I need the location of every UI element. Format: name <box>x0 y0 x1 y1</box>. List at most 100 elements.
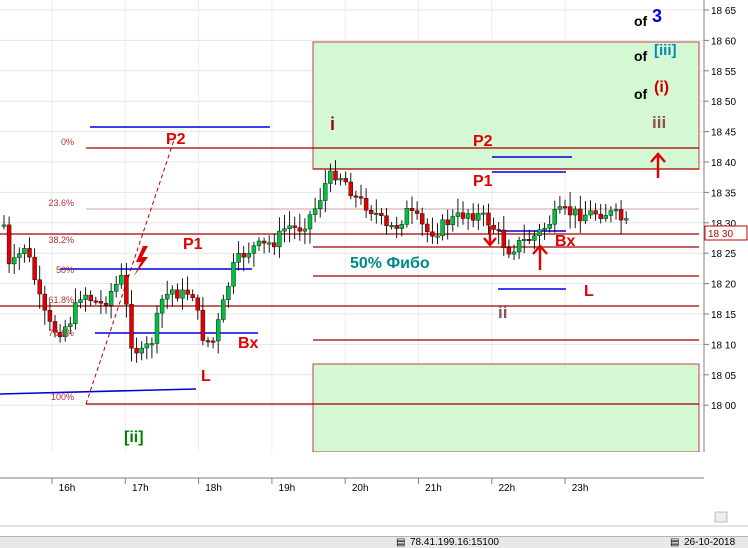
time-tick-label: 20h <box>352 483 369 494</box>
price-tick-label: 18 40 <box>711 158 736 169</box>
candle-body <box>37 279 42 295</box>
candle-body <box>1 224 7 227</box>
price-tick-label: 18 25 <box>711 249 736 260</box>
label-of-3: of <box>634 86 648 102</box>
candle-body <box>113 284 119 292</box>
candle-body <box>450 216 455 226</box>
candle-body <box>73 302 78 325</box>
fib-label-236: 23.6% <box>48 198 74 208</box>
candle-body <box>501 229 506 248</box>
fib-label-100: 100% <box>51 392 74 402</box>
candle-body <box>522 239 527 241</box>
date-label: 26-10-2018 <box>684 537 736 548</box>
candle-body <box>164 293 170 300</box>
time-tick-label: 22h <box>498 483 515 494</box>
candle-body <box>108 291 114 306</box>
price-tick-label: 18 20 <box>711 280 736 291</box>
candle-body <box>103 303 109 306</box>
price-tick-label: 18 60 <box>711 36 736 47</box>
candle-body <box>277 230 282 248</box>
label-of-1: of <box>634 13 648 29</box>
candle-body <box>557 206 563 210</box>
candle-body <box>547 224 552 229</box>
candle-body <box>511 251 517 255</box>
candle-body <box>618 209 624 221</box>
candle-body <box>154 312 160 344</box>
candle-body <box>358 196 364 199</box>
candle-body <box>68 323 73 328</box>
candle-body <box>129 304 134 349</box>
candle-body <box>139 347 144 354</box>
candle-body <box>231 262 236 287</box>
candle-body <box>261 240 267 244</box>
candle-body <box>159 298 165 314</box>
time-tick-label: 18h <box>205 483 222 494</box>
candle-body <box>287 225 292 229</box>
candle-body <box>333 170 338 181</box>
candle-body <box>272 242 277 248</box>
label-wave-iii: iii <box>652 113 666 132</box>
candle-body <box>200 310 206 341</box>
candle-body <box>598 213 603 219</box>
candle-body <box>292 225 297 228</box>
candle-body <box>318 200 323 209</box>
candle-body <box>516 240 522 253</box>
candle-body <box>98 301 104 304</box>
candle-body <box>180 289 185 299</box>
label-of-2: of <box>634 48 648 64</box>
candle-body <box>425 223 430 233</box>
candle-body <box>440 219 445 237</box>
label-l-right: L <box>584 283 594 300</box>
candle-body <box>455 212 461 217</box>
label-bx-right: Bx <box>555 233 576 250</box>
candle-body <box>282 228 287 232</box>
candle-body <box>414 210 420 214</box>
candle-body <box>78 299 83 303</box>
server-address: 78.41.199.16:15100 <box>410 537 499 548</box>
candle-body <box>409 208 415 211</box>
candle-body <box>435 235 440 238</box>
price-tick-label: 18 10 <box>711 340 736 351</box>
candlestick-chart[interactable]: 0% 23.6% 38.2% 50% 61.8% 78.6% 100% P2 P… <box>0 0 748 536</box>
candle-body <box>506 247 512 255</box>
status-bar: ▤ 78.41.199.16:15100 ▤ 26-10-2018 <box>0 536 748 548</box>
price-tick-label: 18 65 <box>711 6 736 17</box>
candle-body <box>215 319 221 342</box>
candle-body <box>573 208 578 216</box>
calendar-icon: ▤ <box>670 537 680 548</box>
label-wave-ii-bracket: [ii] <box>124 429 144 446</box>
candle-body <box>17 253 22 258</box>
label-wave-i: i <box>330 114 335 134</box>
candle-body <box>149 343 155 346</box>
candle-body <box>430 231 435 237</box>
candle-body <box>567 206 573 216</box>
candle-body <box>88 294 93 302</box>
time-tick-label: 16h <box>59 483 76 494</box>
candle-body <box>593 210 598 215</box>
price-tick-label: 18 55 <box>711 67 736 78</box>
candle-body <box>338 178 343 181</box>
label-p1-left: P1 <box>183 236 203 253</box>
candle-body <box>486 212 491 226</box>
candle-body <box>93 300 99 303</box>
fib-label-618: 61.8% <box>48 295 74 305</box>
candle-body <box>527 239 532 241</box>
candle-body <box>404 208 410 225</box>
price-tick-label: 18 15 <box>711 310 736 321</box>
candle-body <box>241 253 246 258</box>
candle-body <box>353 195 359 198</box>
candle-body <box>613 209 619 212</box>
candle-body <box>624 218 629 221</box>
candle-body <box>369 210 374 215</box>
candle-body <box>603 215 608 219</box>
candle-body <box>420 213 425 225</box>
candle-body <box>394 225 399 229</box>
current-price-label: 18 30 <box>708 229 733 240</box>
lower-zone <box>312 363 700 453</box>
candle-body <box>307 214 313 230</box>
fib-label-382: 38.2% <box>48 235 74 245</box>
candle-body <box>608 210 614 216</box>
candle-body <box>348 181 353 197</box>
network-icon: ▤ <box>396 537 406 548</box>
scroll-handle[interactable] <box>714 511 728 523</box>
